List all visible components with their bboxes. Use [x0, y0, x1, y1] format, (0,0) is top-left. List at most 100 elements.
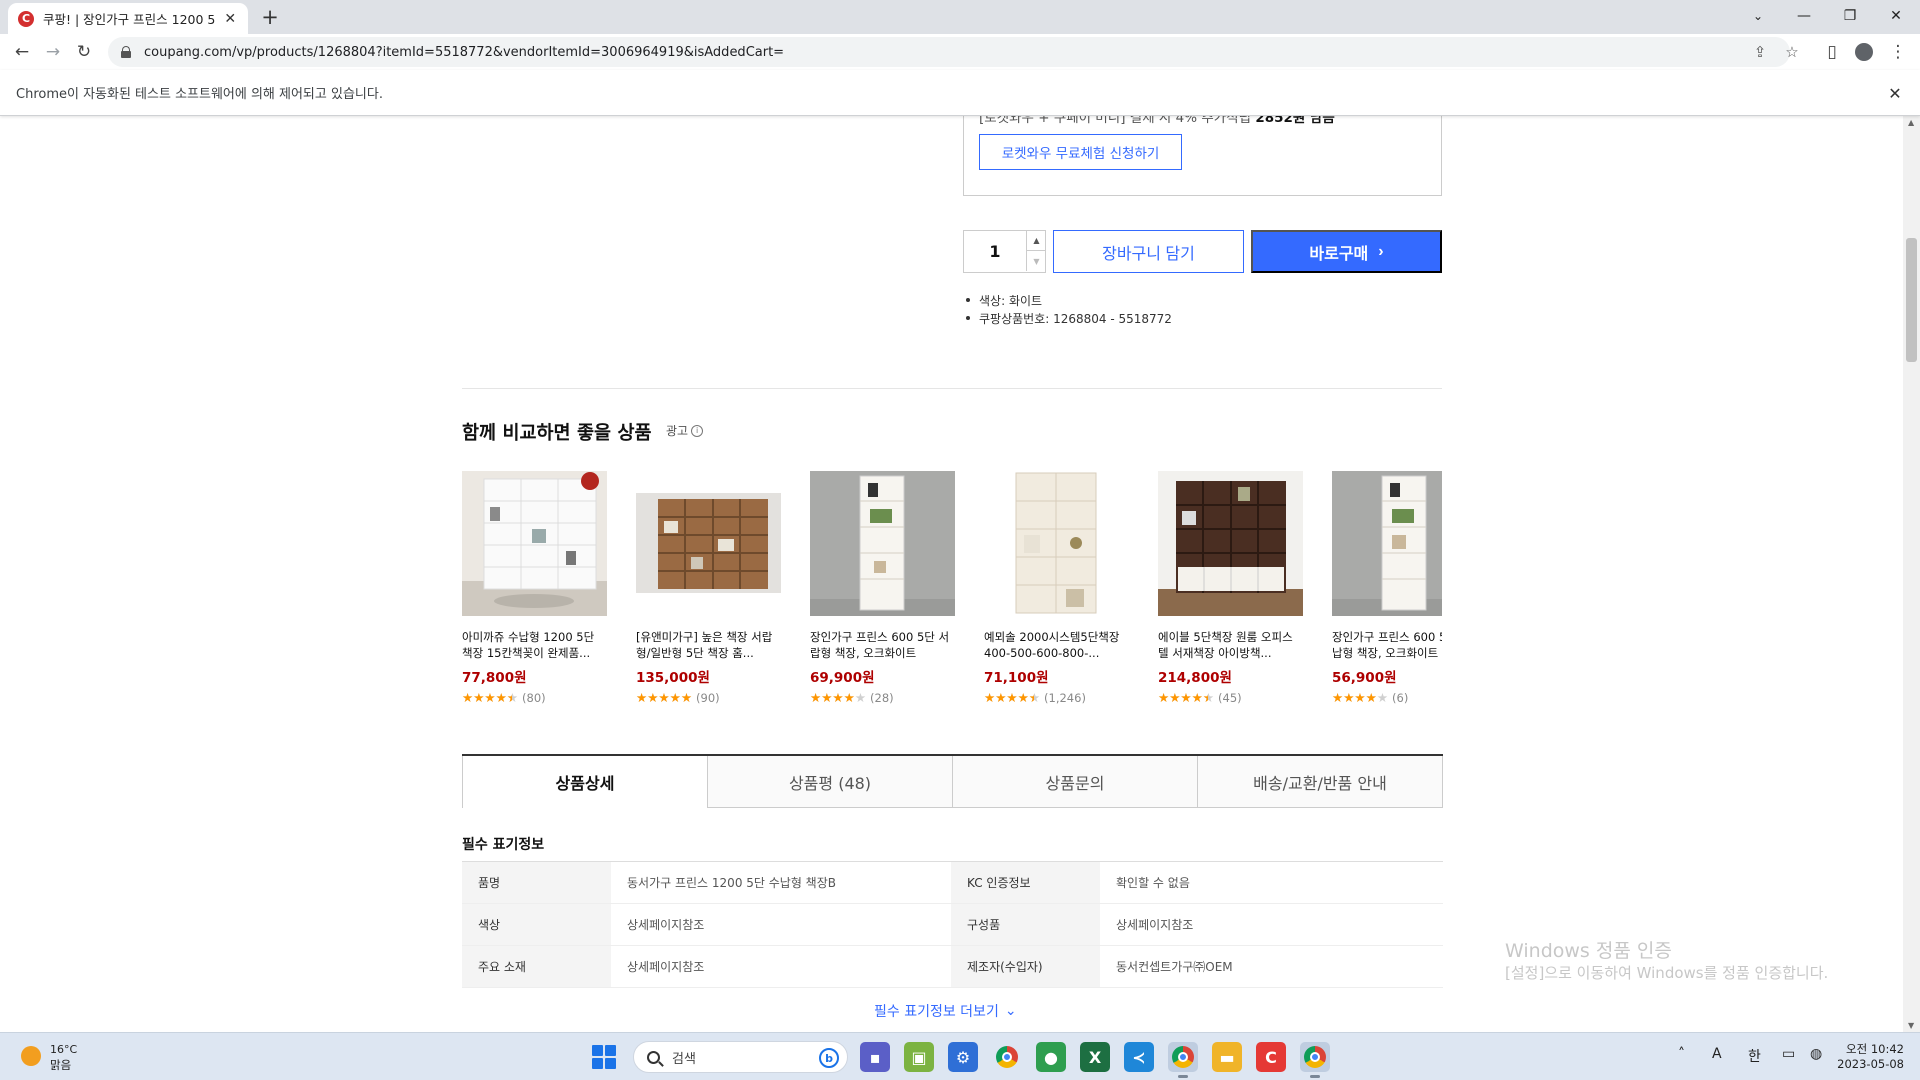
coupang-favicon-icon: C [18, 10, 34, 27]
buy-now-button[interactable]: 바로구매 › [1251, 230, 1442, 273]
product-price: 56,900원 [1332, 670, 1397, 686]
ad-label[interactable]: 광고 i [666, 422, 704, 439]
tab-search-chevron-icon[interactable]: ⌄ [1736, 2, 1780, 30]
window-close-icon[interactable]: ✕ [1874, 2, 1918, 30]
profile-avatar-icon[interactable] [1852, 40, 1876, 64]
share-icon[interactable]: ⇪ [1748, 40, 1772, 64]
menu-kebab-icon[interactable]: ⋮ [1886, 40, 1910, 64]
info-icon[interactable]: i [691, 424, 704, 437]
windows-start-icon[interactable] [592, 1045, 616, 1069]
product-card[interactable]: 예뫼솔 2000시스템5단책장 400-500-600-800-... 71,1… [984, 471, 1129, 705]
tab-product-detail[interactable]: 상품상세 [462, 756, 707, 808]
add-to-cart-button[interactable]: 장바구니 담기 [1053, 230, 1244, 273]
spec-value: 동서컨셉트가구㈜OEM [1116, 960, 1233, 974]
scrollbar-thumb[interactable] [1906, 238, 1917, 362]
product-detail-tabs: 상품상세 상품평 (48) 상품문의 배송/교환/반품 안내 [462, 754, 1443, 808]
product-name[interactable]: 예뫼솔 2000시스템5단책장 400-500-600-800-... [984, 629, 1129, 661]
quantity-decrease-icon[interactable]: ▼ [1026, 251, 1046, 271]
search-placeholder: 검색 [672, 1051, 696, 1067]
excel-icon[interactable]: X [1080, 1042, 1110, 1072]
chrome-running-icon[interactable] [1168, 1042, 1198, 1078]
network-icon[interactable]: ◍ [1810, 1046, 1822, 1062]
product-thumbnail[interactable] [1158, 471, 1303, 616]
infobar-close-icon[interactable]: ✕ [1884, 82, 1906, 104]
product-card[interactable]: 아미까쥬 수납형 1200 5단 책장 15칸책꽂이 완제품... 77,800… [462, 471, 607, 705]
ime-language-indicator[interactable]: 한 [1748, 1046, 1761, 1066]
table-row: 색상 상세페이지참조 구성품 상세페이지참조 [462, 904, 1443, 946]
wow-trial-button[interactable]: 로켓와우 무료체험 신청하기 [979, 134, 1182, 170]
product-thumbnail[interactable] [984, 471, 1129, 616]
browser-tab-active[interactable]: C 쿠팡! | 장인가구 프린스 1200 5단 ✕ [8, 3, 248, 34]
chrome-canary-icon[interactable] [1300, 1042, 1330, 1078]
teams-chat-icon[interactable]: ▪ [860, 1042, 890, 1072]
back-arrow-icon[interactable]: ← [10, 40, 34, 64]
product-name[interactable]: 장인가구 프린스 600 5단 수납형 책장, 오크화이트 [1332, 629, 1442, 661]
product-thumbnail[interactable] [1332, 471, 1442, 616]
spec-more-link[interactable]: 필수 표기정보 더보기 ⌄ [874, 1001, 1017, 1021]
taskbar-search-box[interactable]: 검색 b [633, 1041, 848, 1073]
taskbar-clock-time[interactable]: 오전 10:42 [1844, 1041, 1904, 1057]
wechat-icon[interactable]: ● [1036, 1042, 1066, 1072]
reward-text: [로켓와우 + 쿠페이 머니] 결제 시 4% 추가적립 2852원 남음 [979, 116, 1335, 126]
settings-app-icon[interactable]: ⚙ [948, 1042, 978, 1072]
tab-close-icon[interactable]: ✕ [222, 11, 238, 27]
spec-value: 상세페이지참조 [1116, 918, 1194, 932]
scroll-down-arrow-icon[interactable]: ▼ [1908, 1021, 1914, 1030]
restore-icon[interactable]: ❐ [1828, 2, 1872, 30]
bookmark-star-icon[interactable]: ☆ [1780, 40, 1804, 64]
windows-taskbar: 16°C 맑음 검색 b ▪ ▣ ⚙ ● X ≺ ▬ C ˄ A 한 ▭ ◍ 오… [0, 1032, 1920, 1080]
ime-mode-indicator[interactable]: A [1712, 1046, 1722, 1062]
photos-app-icon[interactable]: ▣ [904, 1042, 934, 1072]
reload-icon[interactable]: ↻ [72, 40, 96, 64]
new-tab-icon[interactable]: + [258, 5, 282, 29]
product-price: 71,100원 [984, 670, 1049, 686]
side-panel-icon[interactable]: ▯ [1820, 40, 1844, 64]
product-card[interactable]: 에이블 5단책장 원룸 오피스텔 서재책장 아이방책... 214,800원 ★… [1158, 471, 1303, 705]
taskbar-clock-date[interactable]: 2023-05-08 [1836, 1057, 1904, 1071]
tab-shipping-returns[interactable]: 배송/교환/반품 안내 [1197, 756, 1443, 808]
weather-temperature[interactable]: 16°C [50, 1043, 77, 1056]
product-card[interactable]: 장인가구 프린스 600 5단 수납형 책장, 오크화이트 56,900원 ★★… [1332, 471, 1442, 705]
page-scrollbar[interactable]: ▲ ▼ [1903, 116, 1920, 1032]
coupang-app-icon[interactable]: C [1256, 1042, 1286, 1072]
tab-reviews[interactable]: 상품평 (48) [707, 756, 952, 808]
address-bar[interactable]: coupang.com/vp/products/1268804?itemId=5… [108, 37, 1799, 67]
product-rating: ★★★★★★★★★★(45) [1158, 690, 1242, 706]
option-product-number: 쿠팡상품번호: 1268804 - 5518772 [963, 309, 1172, 327]
tab-inquiries[interactable]: 상품문의 [952, 756, 1197, 808]
product-name[interactable]: 장인가구 프린스 600 5단 서랍형 책장, 오크화이트 [810, 629, 955, 661]
rocket-wow-reward-box: [로켓와우 + 쿠페이 머니] 결제 시 4% 추가적립 2852원 남음 로켓… [963, 116, 1442, 196]
vscode-icon[interactable]: ≺ [1124, 1042, 1154, 1072]
section-divider [462, 388, 1442, 389]
product-name[interactable]: [유앤미가구] 높은 책장 서랍형/일반형 5단 책장 홈... [636, 629, 781, 661]
file-explorer-icon[interactable]: ▬ [1212, 1042, 1242, 1072]
spec-label: KC 인증정보 [951, 862, 1100, 903]
product-thumbnail[interactable] [810, 471, 955, 616]
display-icon[interactable]: ▭ [1782, 1046, 1795, 1062]
product-name[interactable]: 에이블 5단책장 원룸 오피스텔 서재책장 아이방책... [1158, 629, 1303, 661]
weather-sun-icon[interactable] [21, 1046, 41, 1066]
search-icon [647, 1050, 660, 1064]
option-color: 색상: 화이트 [963, 291, 1172, 309]
star-rating-icon: ★★★★★★★★★★ [984, 690, 1041, 705]
tray-overflow-chevron-icon[interactable]: ˄ [1678, 1046, 1685, 1062]
bing-icon[interactable]: b [819, 1048, 839, 1068]
product-card[interactable]: [유앤미가구] 높은 책장 서랍형/일반형 5단 책장 홈... 135,000… [636, 471, 781, 705]
infobar-text: Chrome이 자동화된 테스트 소프트웨어에 의해 제어되고 있습니다. [16, 87, 383, 102]
lock-icon[interactable] [120, 46, 132, 58]
chrome-app-icon[interactable] [992, 1042, 1022, 1072]
forward-arrow-icon[interactable]: → [41, 40, 65, 64]
weather-description[interactable]: 맑음 [50, 1057, 71, 1073]
product-name[interactable]: 아미까쥬 수납형 1200 5단 책장 15칸책꽂이 완제품... [462, 629, 607, 661]
product-thumbnail[interactable] [462, 471, 607, 616]
quantity-increase-icon[interactable]: ▲ [1026, 231, 1046, 251]
product-card[interactable]: 장인가구 프린스 600 5단 서랍형 책장, 오크화이트 69,900원 ★★… [810, 471, 955, 705]
windows-activation-hint: [설정]으로 이동하여 Windows를 정품 인증합니다. [1505, 964, 1829, 982]
minimize-icon[interactable]: — [1782, 2, 1826, 30]
quantity-input[interactable]: 1 [964, 231, 1026, 272]
quantity-stepper[interactable]: 1 ▲ ▼ [963, 230, 1046, 273]
product-rating: ★★★★★★★★★★(1,246) [984, 690, 1086, 706]
spec-table: 품명 동서가구 프린스 1200 5단 수납형 책장B KC 인증정보 확인할 … [462, 861, 1443, 988]
product-thumbnail[interactable] [636, 471, 781, 616]
scroll-up-arrow-icon[interactable]: ▲ [1908, 118, 1914, 127]
